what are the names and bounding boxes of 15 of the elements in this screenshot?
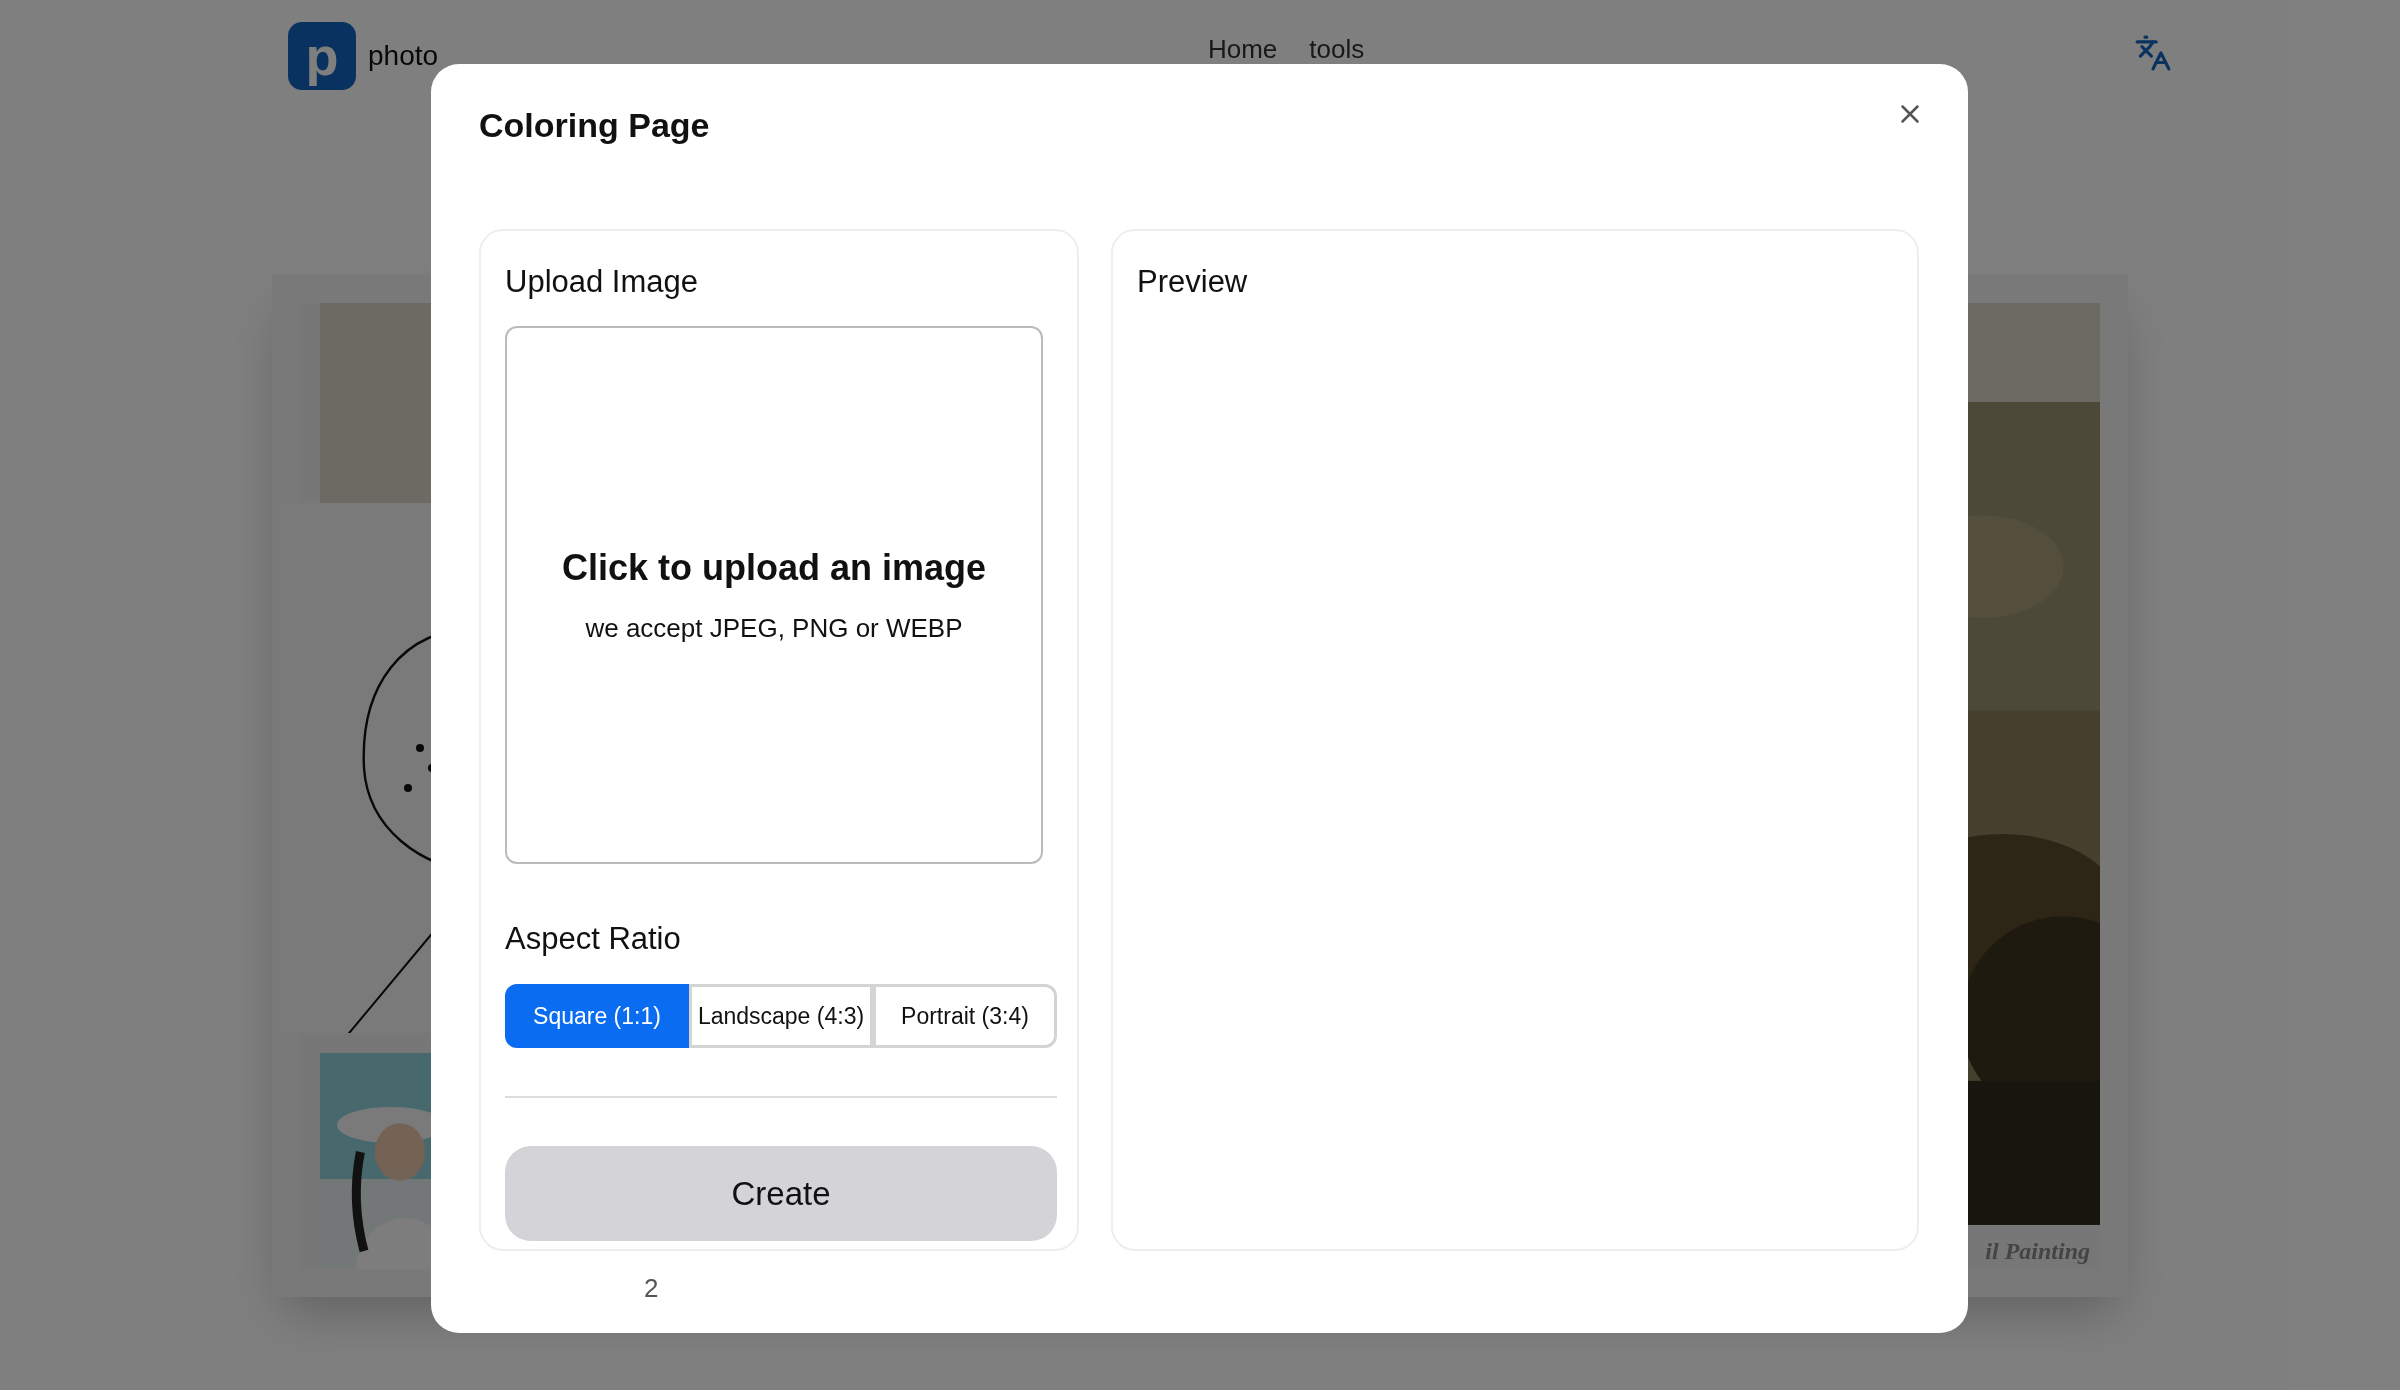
upload-prompt: Click to upload an image [561, 546, 987, 590]
logo-icon[interactable]: p [288, 22, 356, 90]
upload-hint: we accept JPEG, PNG or WEBP [585, 612, 963, 645]
dialog-title: Coloring Page [479, 105, 710, 146]
site-name[interactable]: photo [368, 35, 439, 77]
aspect-ratio-label: Aspect Ratio [505, 919, 682, 958]
translate-icon[interactable] [2134, 34, 2172, 72]
aspect-ratio-option[interactable]: Landscape (4:3) [689, 984, 873, 1048]
upload-heading: Upload Image [505, 263, 699, 301]
aspect-ratio-option[interactable]: Square (1:1) [505, 984, 689, 1048]
upload-dropzone[interactable]: Click to upload an image we accept JPEG, PNG or WEBP [505, 325, 1043, 864]
page-number: 2 [644, 1272, 660, 1305]
aspect-ratio-option[interactable]: Portrait (3:4) [873, 984, 1057, 1048]
create-button[interactable]: Create [505, 1146, 1057, 1241]
preview-heading: Preview [1137, 264, 1248, 299]
